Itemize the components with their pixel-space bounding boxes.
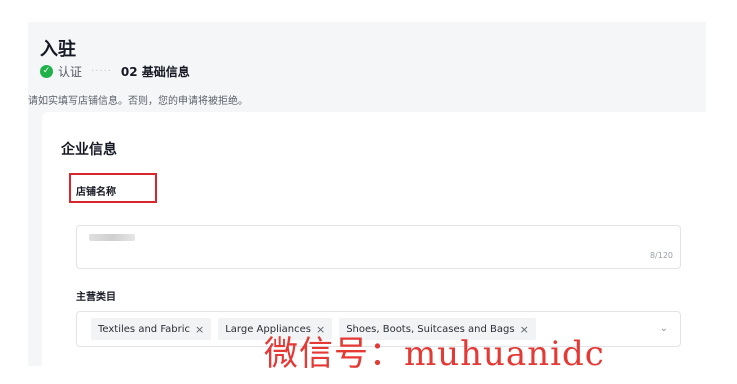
close-icon[interactable]: ×: [195, 323, 204, 336]
step-basic-info: 02 基础信息: [120, 65, 190, 79]
step-verify[interactable]: 认证: [58, 63, 82, 80]
check-icon: ✓: [40, 65, 53, 78]
page-title: 入驻: [40, 39, 76, 60]
char-counter: 8/120: [649, 251, 673, 260]
tag-label: Textiles and Fabric: [98, 323, 191, 335]
section-title: 企业信息: [61, 142, 117, 158]
chevron-down-icon[interactable]: ⌄: [660, 323, 668, 334]
store-name-label: 店铺名称: [76, 187, 116, 198]
category-label: 主营类目: [76, 292, 116, 303]
watermark-text: 微信号：muhuanidc: [264, 334, 605, 374]
step-indicator: ✓ 认证 ····· 02 基础信息: [40, 63, 190, 80]
notice-text: 请如实填写店铺信息。否则，您的申请将被拒绝。: [28, 96, 248, 107]
onboarding-panel: 入驻 ✓ 认证 ····· 02 基础信息 请如实填写店铺信息。否则，您的申请将…: [28, 22, 706, 366]
blurred-store-name: [89, 234, 135, 241]
category-tag: Textiles and Fabric ×: [91, 318, 212, 340]
store-name-input[interactable]: 8/120: [76, 225, 681, 269]
step-divider: ·····: [91, 66, 112, 77]
